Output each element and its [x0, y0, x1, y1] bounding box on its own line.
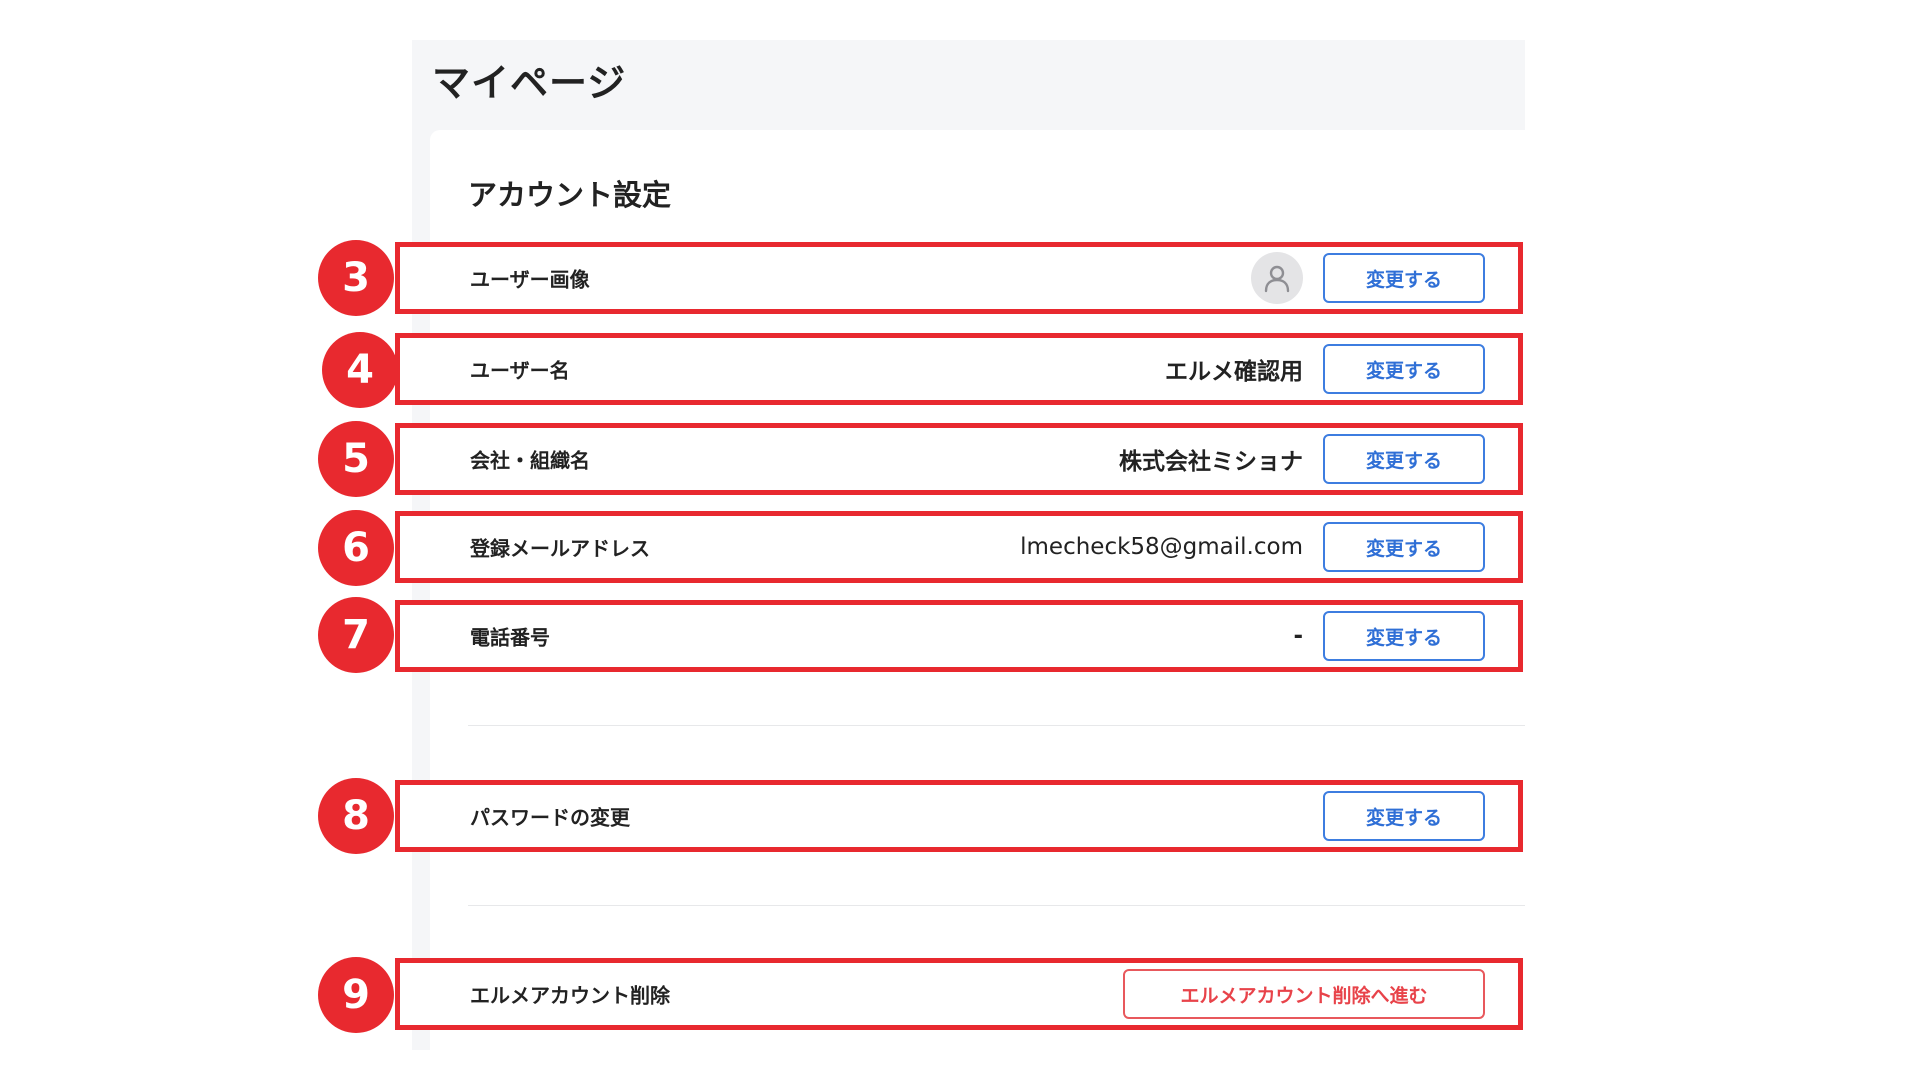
change-company-name-button[interactable]: 変更する — [1323, 434, 1485, 484]
change-user-name-button[interactable]: 変更する — [1323, 344, 1485, 394]
annotation-badge-9: 9 — [318, 957, 394, 1033]
email-value: lmecheck58@gmail.com — [1020, 534, 1303, 560]
row-label: エルメアカウント削除 — [470, 983, 670, 1008]
phone-value: - — [1293, 623, 1303, 649]
row-password: パスワードの変更 変更する — [395, 780, 1523, 852]
row-user-image: ユーザー画像 変更する — [395, 242, 1523, 314]
row-label: 登録メールアドレス — [470, 536, 650, 561]
change-user-image-button[interactable]: 変更する — [1323, 253, 1485, 303]
row-delete-account: エルメアカウント削除 エルメアカウント削除へ進む — [395, 958, 1523, 1030]
page-title: マイページ — [432, 61, 627, 105]
company-name-value: 株式会社ミショナ — [1119, 449, 1303, 475]
annotation-badge-6: 6 — [318, 510, 394, 586]
annotation-badge-8: 8 — [318, 778, 394, 854]
row-company-name: 会社・組織名 株式会社ミショナ 変更する — [395, 423, 1523, 495]
annotation-badge-4: 4 — [322, 332, 398, 408]
row-user-name: ユーザー名 エルメ確認用 変更する — [395, 333, 1523, 405]
row-label: パスワードの変更 — [470, 805, 630, 830]
annotation-badge-7: 7 — [318, 597, 394, 673]
section-divider — [468, 725, 1525, 726]
change-password-button[interactable]: 変更する — [1323, 791, 1485, 841]
annotation-badge-5: 5 — [318, 421, 394, 497]
section-divider — [468, 905, 1525, 906]
delete-account-button[interactable]: エルメアカウント削除へ進む — [1123, 969, 1485, 1019]
annotation-badge-3: 3 — [318, 240, 394, 316]
row-email: 登録メールアドレス lmecheck58@gmail.com 変更する — [395, 511, 1523, 583]
change-phone-button[interactable]: 変更する — [1323, 611, 1485, 661]
row-label: ユーザー名 — [470, 358, 570, 383]
row-label: 会社・組織名 — [470, 448, 590, 473]
row-label: ユーザー画像 — [470, 267, 590, 292]
section-title: アカウント設定 — [468, 178, 672, 212]
user-name-value: エルメ確認用 — [1165, 359, 1303, 385]
change-email-button[interactable]: 変更する — [1323, 522, 1485, 572]
row-label: 電話番号 — [470, 625, 550, 650]
user-silhouette-icon — [1251, 252, 1303, 304]
row-phone: 電話番号 - 変更する — [395, 600, 1523, 672]
